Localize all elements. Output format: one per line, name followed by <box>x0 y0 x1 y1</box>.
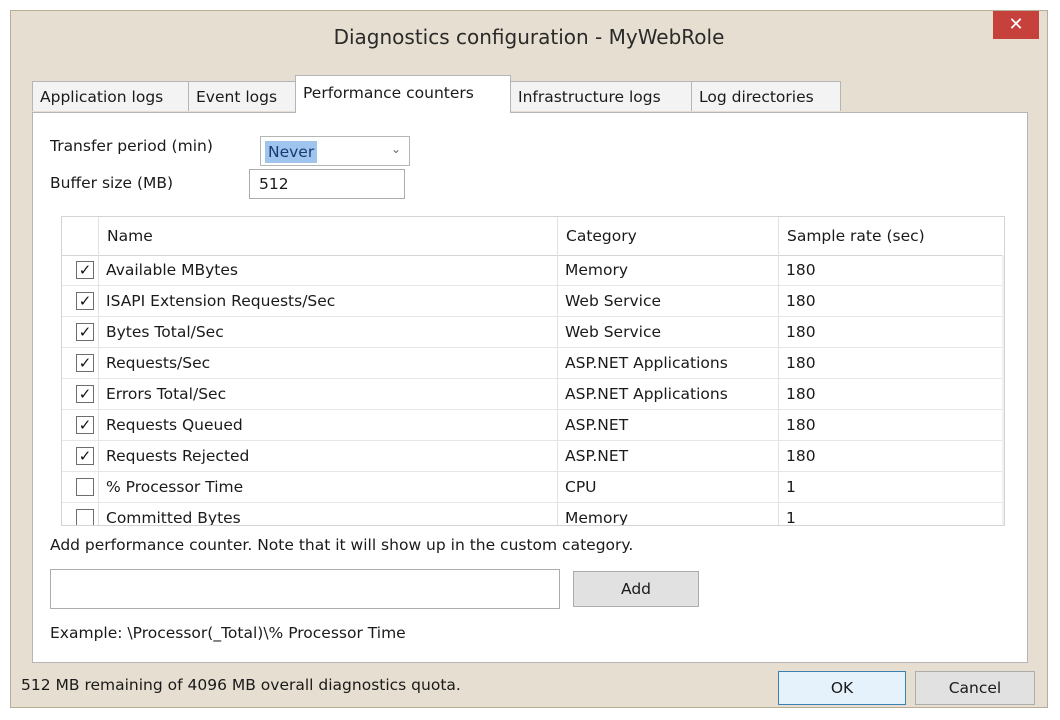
ok-button[interactable]: OK <box>778 671 906 705</box>
column-header-category[interactable]: Category <box>557 217 778 255</box>
grid-header: Name Category Sample rate (sec) <box>62 217 1002 256</box>
grid-rows: ✓ Available MBytes Memory 180 ✓ ISAPI Extensi… <box>62 255 1002 525</box>
cell-category[interactable]: CPU <box>557 472 778 502</box>
check-icon: ✓ <box>78 354 92 372</box>
row-checkbox[interactable]: ✓ <box>76 447 94 465</box>
tab-performance-counters[interactable]: Performance counters <box>295 75 511 113</box>
tab-event-logs[interactable]: Event logs <box>188 81 296 111</box>
cell-name[interactable]: Committed Bytes <box>98 503 557 525</box>
check-icon: ✓ <box>78 385 92 403</box>
cell-category[interactable]: ASP.NET Applications <box>557 348 778 378</box>
scroll-down-icon[interactable]: ⌄ <box>1002 503 1004 523</box>
cancel-button[interactable]: Cancel <box>915 671 1035 705</box>
table-row[interactable]: ✓ Requests/Sec ASP.NET Applications 180 <box>62 348 1002 379</box>
cell-sample-rate[interactable]: 180 <box>778 286 1002 316</box>
cell-sample-rate[interactable]: 1 <box>778 503 1002 525</box>
cell-name[interactable]: ISAPI Extension Requests/Sec <box>98 286 557 316</box>
add-counter-example: Example: \Processor(_Total)\% Processor … <box>50 624 406 642</box>
transfer-period-label: Transfer period (min) <box>50 137 213 155</box>
cell-category[interactable]: Web Service <box>557 286 778 316</box>
add-counter-input[interactable] <box>50 569 560 609</box>
cell-name[interactable]: Available MBytes <box>98 255 557 285</box>
transfer-period-dropdown[interactable]: Never ⌄ <box>260 136 410 166</box>
cell-name[interactable]: Requests Rejected <box>98 441 557 471</box>
table-row[interactable]: Committed Bytes Memory 1 <box>62 503 1002 525</box>
cell-category[interactable]: Memory <box>557 503 778 525</box>
tab-strip: Application logs Event logs Performance … <box>32 75 1032 113</box>
cell-category[interactable]: ASP.NET Applications <box>557 379 778 409</box>
row-checkbox[interactable]: ✓ <box>76 385 94 403</box>
check-icon: ✓ <box>78 416 92 434</box>
add-button[interactable]: Add <box>573 571 699 607</box>
column-header-name[interactable]: Name <box>98 217 557 255</box>
cell-sample-rate[interactable]: 180 <box>778 348 1002 378</box>
row-checkbox[interactable]: ✓ <box>76 416 94 434</box>
check-icon: ✓ <box>78 323 92 341</box>
buffer-size-label: Buffer size (MB) <box>50 174 174 192</box>
cell-sample-rate[interactable]: 180 <box>778 441 1002 471</box>
cell-name[interactable]: Requests Queued <box>98 410 557 440</box>
table-row[interactable]: ✓ Bytes Total/Sec Web Service 180 <box>62 317 1002 348</box>
cell-sample-rate[interactable]: 180 <box>778 317 1002 347</box>
chevron-down-icon: ⌄ <box>390 142 401 156</box>
row-checkbox[interactable]: ✓ <box>76 261 94 279</box>
title-bar: Diagnostics configuration - MyWebRole ✕ <box>11 11 1047 71</box>
counters-grid: Name Category Sample rate (sec) ✓ Availab… <box>61 216 1005 526</box>
buffer-size-input[interactable]: 512 <box>249 169 405 199</box>
cell-sample-rate[interactable]: 180 <box>778 379 1002 409</box>
cell-name[interactable]: Bytes Total/Sec <box>98 317 557 347</box>
row-checkbox[interactable] <box>76 478 94 496</box>
cell-sample-rate[interactable]: 180 <box>778 410 1002 440</box>
cell-category[interactable]: ASP.NET <box>557 441 778 471</box>
table-row[interactable]: % Processor Time CPU 1 <box>62 472 1002 503</box>
diagnostics-dialog: Diagnostics configuration - MyWebRole ✕ … <box>10 10 1048 708</box>
column-divider <box>778 217 779 525</box>
check-icon: ✓ <box>78 447 92 465</box>
cell-name[interactable]: Errors Total/Sec <box>98 379 557 409</box>
add-counter-hint: Add performance counter. Note that it wi… <box>50 536 634 554</box>
tab-infrastructure-logs[interactable]: Infrastructure logs <box>510 81 692 111</box>
close-button[interactable]: ✕ <box>993 11 1039 39</box>
cell-category[interactable]: Memory <box>557 255 778 285</box>
cell-category[interactable]: ASP.NET <box>557 410 778 440</box>
tab-log-directories[interactable]: Log directories <box>691 81 841 111</box>
window-title: Diagnostics configuration - MyWebRole <box>333 25 725 49</box>
close-icon: ✕ <box>1008 14 1024 35</box>
table-row[interactable]: ✓ Requests Rejected ASP.NET 180 <box>62 441 1002 472</box>
quota-status-text: 512 MB remaining of 4096 MB overall diag… <box>21 676 461 694</box>
cell-name[interactable]: % Processor Time <box>98 472 557 502</box>
check-icon: ✓ <box>78 261 92 279</box>
column-divider <box>98 217 99 525</box>
table-row[interactable]: ✓ Requests Queued ASP.NET 180 <box>62 410 1002 441</box>
column-divider <box>557 217 558 525</box>
table-row[interactable]: ✓ Available MBytes Memory 180 <box>62 255 1002 286</box>
cell-sample-rate[interactable]: 1 <box>778 472 1002 502</box>
scroll-up-icon[interactable]: ^ <box>1002 257 1004 277</box>
check-icon: ✓ <box>78 292 92 310</box>
row-checkbox[interactable]: ✓ <box>76 354 94 372</box>
cell-category[interactable]: Web Service <box>557 317 778 347</box>
table-row[interactable]: ✓ ISAPI Extension Requests/Sec Web Service… <box>62 286 1002 317</box>
tab-application-logs[interactable]: Application logs <box>32 81 189 111</box>
row-checkbox[interactable]: ✓ <box>76 323 94 341</box>
row-checkbox[interactable] <box>76 509 94 525</box>
column-header-sample-rate[interactable]: Sample rate (sec) <box>778 217 1002 255</box>
tab-panel: Transfer period (min) Never ⌄ Buffer siz… <box>32 112 1028 663</box>
cell-sample-rate[interactable]: 180 <box>778 255 1002 285</box>
grid-vertical-scrollbar[interactable]: ^ ⌄ <box>1002 255 1004 525</box>
row-checkbox[interactable]: ✓ <box>76 292 94 310</box>
transfer-period-value: Never <box>265 141 318 163</box>
cell-name[interactable]: Requests/Sec <box>98 348 557 378</box>
table-row[interactable]: ✓ Errors Total/Sec ASP.NET Applications 180 <box>62 379 1002 410</box>
